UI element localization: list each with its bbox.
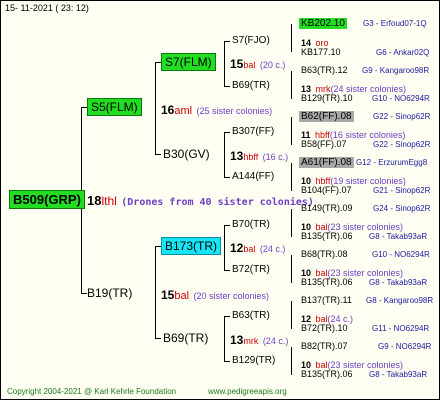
connector-line	[155, 154, 161, 155]
gen5-queen[interactable]: B135(TR).06	[301, 232, 353, 241]
gen5-origin: G10 - NO6294R	[372, 94, 430, 103]
gen2-queen[interactable]: S5(FLM)	[87, 98, 142, 116]
gen3-drone-info: 13hbff (16 c.)	[230, 149, 289, 163]
gen5-origin: G8 - Kangaroo98R	[366, 296, 434, 305]
connector-line	[224, 132, 230, 133]
gen5-queen[interactable]: B82(TR).07	[301, 342, 348, 351]
gen3-queen[interactable]: B69(TR)	[163, 332, 208, 344]
connector-line	[291, 209, 292, 237]
connector-line	[224, 225, 230, 226]
gen5-origin: G22 - Sinop62R	[373, 140, 431, 149]
gen5-queen[interactable]: B68(TR).08	[301, 250, 348, 259]
gen5-queen[interactable]: B137(TR).11	[301, 296, 352, 305]
gen5-queen[interactable]: KB177.10	[301, 48, 341, 57]
connector-line	[291, 347, 292, 375]
connector-line	[224, 225, 225, 270]
gen2-drone-info: 15bal (20 sister colonies)	[161, 288, 270, 302]
gen3-drone-info: 13mrk (24 c.)	[230, 333, 289, 347]
connector-line	[291, 24, 292, 52]
gen3-queen[interactable]: B30(GV)	[163, 148, 210, 160]
gen5-origin: G6 - Ankar02Q	[376, 48, 430, 57]
gen3-queen[interactable]: B173(TR)	[161, 237, 222, 255]
gen5-origin: G8 - Takab93aR	[369, 370, 428, 379]
gen5-origin: G9 - NO6294R	[378, 342, 432, 351]
gen5-origin: G22 - Sinop62R	[373, 112, 431, 121]
gen2-drone-info: 16aml (25 sister colonies)	[161, 103, 273, 117]
gen5-queen[interactable]: B149(TR).09	[301, 204, 353, 213]
gen5-origin: G24 - Sinop62R	[373, 204, 431, 213]
gen4-queen[interactable]: B69(TR)	[232, 81, 270, 91]
connector-line	[155, 246, 156, 338]
connector-line	[291, 71, 292, 99]
gen5-origin: G9 - Kangaroo98R	[362, 66, 430, 75]
header-date: 15- 11-2021 ( 23: 12)	[5, 3, 89, 13]
gen5-queen[interactable]: B135(TR).06	[301, 278, 353, 287]
gen5-queen[interactable]: B72(TR).10	[301, 324, 348, 333]
gen5-origin: G8 - Takab93aR	[369, 232, 428, 241]
gen5-queen[interactable]: B63(TR).12	[301, 66, 348, 75]
gen3-queen[interactable]: S7(FLM)	[161, 53, 216, 71]
gen5-queen[interactable]: A61(FF).08	[299, 157, 354, 168]
gen4-queen[interactable]: A144(FF)	[232, 172, 274, 182]
connector-line	[224, 132, 225, 177]
gen4-queen[interactable]: B70(TR)	[232, 220, 270, 230]
connector-line	[224, 41, 225, 86]
gen4-queen[interactable]: B72(TR)	[232, 265, 270, 275]
gen2-queen[interactable]: B19(TR)	[87, 287, 132, 299]
gen5-origin: G10 - NO6294R	[372, 250, 430, 259]
gen5-origin: G21 - Sinop62R	[373, 186, 431, 195]
gen5-queen[interactable]: KB202.10	[299, 18, 347, 29]
footer-copyright: Copyright 2004-2021 @ Karl Kehrle Founda…	[7, 387, 177, 396]
gen4-queen[interactable]: B129(TR)	[232, 356, 275, 366]
gen3-drone-info: 15bal (20 c.)	[230, 57, 286, 71]
gen5-origin: G11 - NO6294R	[372, 324, 430, 333]
connector-line	[224, 41, 230, 42]
connector-line	[224, 361, 230, 362]
connector-line	[224, 316, 230, 317]
connector-line	[224, 86, 230, 87]
connector-line	[155, 62, 156, 154]
gen5-queen[interactable]: B135(TR).06	[301, 370, 353, 379]
connector-line	[224, 270, 230, 271]
connector-line	[291, 117, 292, 145]
gen5-queen[interactable]: B62(FF).08	[299, 111, 354, 122]
gen5-origin: G3 - Erfoud07-1Q	[363, 19, 427, 28]
root-drone-info: 18lthl (Drones from 40 sister colonies)	[87, 193, 314, 208]
gen5-queen[interactable]: B104(FF).07	[301, 186, 352, 195]
root-name: B509(GRP)	[9, 190, 85, 209]
gen5-queen[interactable]: B58(FF).07	[301, 140, 347, 149]
root-queen[interactable]: B509(GRP)	[9, 190, 85, 209]
connector-line	[291, 301, 292, 329]
gen4-queen[interactable]: B63(TR)	[232, 311, 270, 321]
connector-line	[155, 338, 161, 339]
gen4-queen[interactable]: S7(FJO)	[232, 36, 270, 46]
footer-site-link[interactable]: www.pedigreeapis.org	[208, 388, 287, 396]
gen5-queen[interactable]: B129(TR).10	[301, 94, 353, 103]
gen4-queen[interactable]: B307(FF)	[232, 127, 274, 137]
pedigree-chart: 15- 11-2021 ( 23: 12) B509(GRP) 18lthl (…	[0, 0, 440, 400]
connector-line	[291, 255, 292, 283]
gen5-origin: G8 - Takab93aR	[369, 278, 428, 287]
gen5-origin: G12 - ErzurumEgg8	[356, 158, 428, 167]
gen3-drone-info: 12bal (24 c.)	[230, 241, 286, 255]
connector-line	[224, 316, 225, 361]
connector-line	[224, 177, 230, 178]
connector-line	[291, 163, 292, 191]
